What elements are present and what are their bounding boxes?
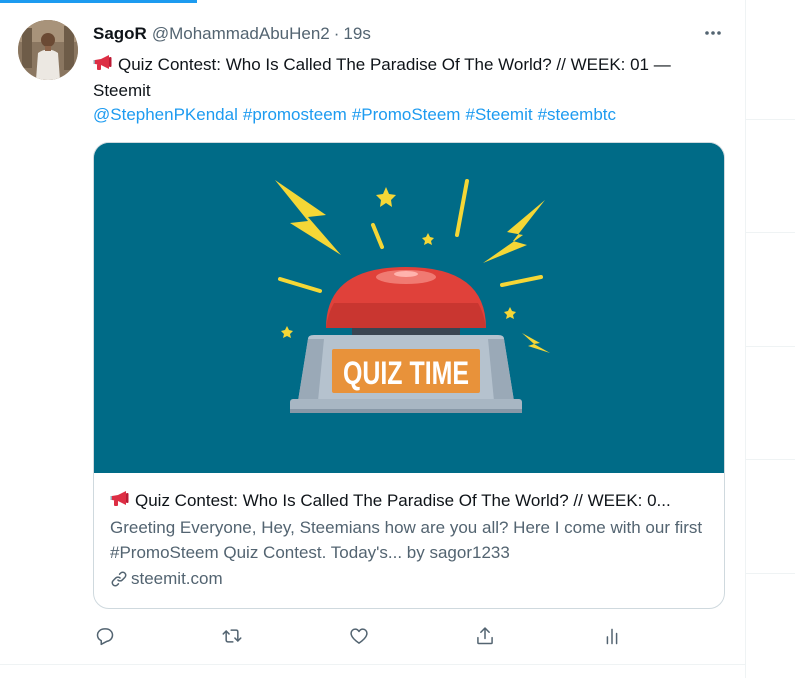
quiz-time-illustration: QUIZ TIME	[94, 143, 724, 473]
card-domain: steemit.com	[110, 569, 710, 589]
share-button[interactable]	[473, 624, 497, 648]
card-image: QUIZ TIME	[94, 143, 724, 473]
hashtag-link[interactable]: #Steemit	[465, 105, 532, 124]
hashtag-link[interactable]: #promosteem	[243, 105, 347, 124]
link-icon	[111, 571, 127, 587]
column-divider	[745, 0, 746, 678]
megaphone-icon	[110, 491, 129, 506]
card-body: Quiz Contest: Who Is Called The Paradise…	[110, 489, 710, 589]
reply-icon	[96, 628, 114, 646]
hashtag-link[interactable]: #steembtc	[538, 105, 616, 124]
action-bar	[93, 624, 653, 648]
analytics-icon	[606, 628, 618, 645]
like-button[interactable]	[347, 624, 371, 648]
avatar-image	[18, 20, 78, 80]
timestamp[interactable]: 19s	[343, 24, 370, 44]
retweet-button[interactable]	[220, 624, 244, 648]
hashtag-link[interactable]: #PromoSteem	[352, 105, 461, 124]
sidebar-divider	[746, 119, 795, 120]
sidebar-divider	[746, 346, 795, 347]
sidebar-divider	[746, 232, 795, 233]
share-icon	[477, 627, 493, 645]
analytics-button[interactable]	[600, 624, 624, 648]
tweet-body-text: Quiz Contest: Who Is Called The Paradise…	[93, 55, 671, 100]
mention-link[interactable]: @StephenPKendal	[93, 105, 238, 124]
tweet-divider	[0, 664, 745, 665]
more-icon	[705, 31, 721, 35]
avatar[interactable]	[18, 20, 78, 80]
tweet-text: Quiz Contest: Who Is Called The Paradise…	[93, 52, 733, 104]
author-handle[interactable]: @MohammadAbuHen2	[152, 24, 330, 44]
sidebar-divider	[746, 459, 795, 460]
tweet[interactable]: SagoR @MohammadAbuHen2 · 19s Quiz Contes…	[0, 0, 745, 665]
quiz-label-text: QUIZ TIME	[343, 355, 469, 391]
card-domain-text: steemit.com	[131, 569, 223, 588]
separator: ·	[333, 24, 340, 43]
retweet-icon	[222, 629, 242, 643]
more-options-button[interactable]	[700, 22, 726, 44]
card-title-text: Quiz Contest: Who Is Called The Paradise…	[135, 491, 671, 510]
sidebar-divider	[746, 573, 795, 574]
author-name[interactable]: SagoR	[93, 24, 147, 44]
megaphone-icon	[93, 55, 112, 70]
link-card[interactable]: QUIZ TIME Quiz Contest: Who Is Called Th…	[93, 142, 725, 609]
like-icon	[350, 628, 368, 644]
card-description: Greeting Everyone, Hey, Steemians how ar…	[110, 518, 703, 562]
tweet-header: SagoR @MohammadAbuHen2 · 19s	[93, 22, 371, 46]
reply-button[interactable]	[93, 624, 117, 648]
card-title: Quiz Contest: Who Is Called The Paradise…	[110, 489, 710, 513]
hashtag-row: @StephenPKendal #promosteem #PromoSteem #St…	[93, 103, 621, 127]
